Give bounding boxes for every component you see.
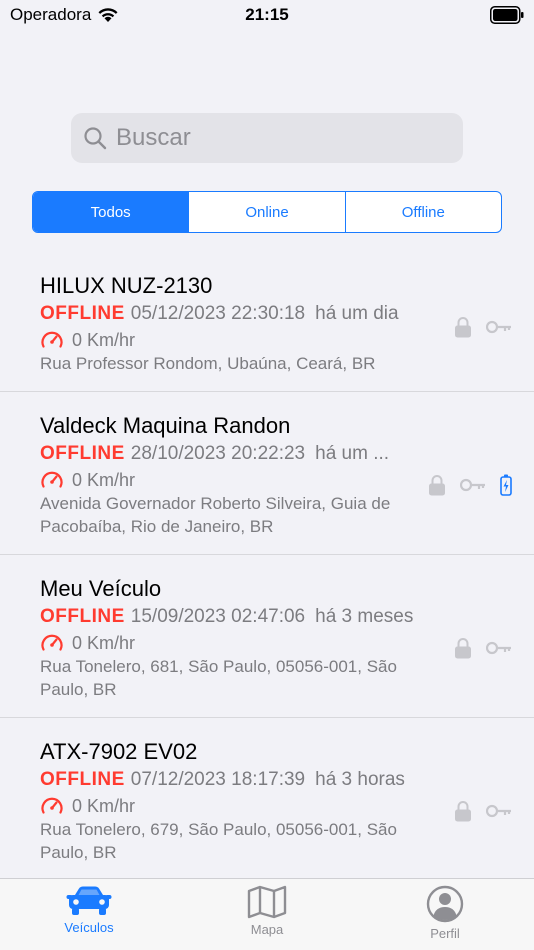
clock: 21:15: [245, 5, 289, 24]
filter-todos[interactable]: Todos: [33, 192, 190, 232]
last-update: 07/12/2023 18:17:39: [130, 769, 306, 790]
search-icon: [84, 127, 107, 150]
tab-mapa[interactable]: Mapa: [178, 879, 356, 950]
vehicle-row[interactable]: HILUX NUZ-2130 OFFLINE 05/12/2023 22:30:1…: [0, 252, 534, 392]
relative-time: há 3 horas: [315, 769, 405, 790]
key-icon: [460, 478, 485, 492]
speed-info: 0 Km/hr: [40, 328, 414, 352]
vehicle-list[interactable]: HILUX NUZ-2130 OFFLINE 05/12/2023 22:30:1…: [0, 252, 534, 878]
status-badge: OFFLINE: [40, 443, 125, 464]
status-badge: OFFLINE: [40, 769, 125, 790]
vehicle-indicators: [428, 474, 512, 496]
filter-online[interactable]: Online: [189, 192, 346, 232]
key-icon: [486, 804, 511, 818]
battery-charging-icon: [500, 474, 512, 496]
tab-label: Veículos: [64, 920, 114, 935]
vehicle-name: HILUX NUZ-2130: [40, 273, 213, 298]
tab-bar: Veículos Mapa Perfil: [0, 878, 534, 950]
car-icon: [66, 886, 112, 915]
vehicle-indicators: [454, 316, 512, 338]
lock-icon: [455, 801, 471, 822]
status-badge: OFFLINE: [40, 303, 125, 324]
last-update: 28/10/2023 20:22:23: [130, 443, 306, 464]
speedometer-icon: [41, 797, 63, 814]
battery-icon: [490, 6, 524, 24]
vehicle-row[interactable]: Valdeck Maquina Randon OFFLINE 28/10/2023…: [0, 392, 534, 555]
relative-time: há um dia: [315, 303, 399, 324]
tab-veiculos[interactable]: Veículos: [0, 879, 178, 950]
speedometer-icon: [41, 471, 63, 488]
lock-icon: [455, 317, 471, 338]
vehicle-status-line: OFFLINE 28/10/2023 20:22:23 há um ...: [40, 440, 414, 468]
vehicle-address: Rua Professor Rondom, Ubaúna, Ceará, BR: [40, 354, 376, 373]
speedometer-icon: [41, 634, 63, 651]
map-icon: [247, 885, 287, 919]
vehicle-row[interactable]: Meu Veículo OFFLINE 15/09/2023 02:47:06 há…: [0, 555, 534, 718]
tab-perfil[interactable]: Perfil: [356, 879, 534, 950]
search-input[interactable]: [116, 124, 436, 152]
profile-icon: [426, 885, 464, 923]
vehicle-indicators: [454, 800, 512, 822]
speed-value: 0 Km/hr: [72, 633, 136, 653]
vehicle-address: Avenida Governador Roberto Silveira, Gui…: [40, 494, 391, 536]
speed-info: 0 Km/hr: [40, 631, 414, 655]
key-icon: [486, 641, 511, 655]
vehicle-indicators: [454, 637, 512, 659]
vehicle-address: Rua Tonelero, 681, São Paulo, 05056-001,…: [40, 657, 397, 699]
lock-icon: [455, 638, 471, 659]
key-icon: [486, 320, 511, 334]
vehicle-status-line: OFFLINE 05/12/2023 22:30:18 há um dia: [40, 300, 414, 328]
filter-offline[interactable]: Offline: [346, 192, 501, 232]
last-update: 05/12/2023 22:30:18: [130, 303, 306, 324]
vehicle-status-line: OFFLINE 07/12/2023 18:17:39 há 3 horas: [40, 766, 414, 794]
lock-icon: [429, 475, 445, 496]
vehicle-name: Valdeck Maquina Randon: [40, 413, 291, 438]
vehicle-address: Rua Tonelero, 679, São Paulo, 05056-001,…: [40, 820, 397, 862]
relative-time: há 3 meses: [315, 606, 414, 627]
status-badge: OFFLINE: [40, 606, 125, 627]
status-bar: Operadora 21:15: [0, 0, 534, 34]
vehicle-row[interactable]: ATX-7902 EV02 OFFLINE 07/12/2023 18:17:39…: [0, 718, 534, 878]
speed-value: 0 Km/hr: [72, 330, 136, 350]
search-bar[interactable]: [71, 113, 463, 163]
speedometer-icon: [41, 331, 63, 348]
tab-label: Mapa: [250, 922, 284, 937]
speed-info: 0 Km/hr: [40, 468, 414, 492]
relative-time: há um ...: [315, 443, 390, 464]
vehicle-name: ATX-7902 EV02: [40, 739, 198, 764]
last-update: 15/09/2023 02:47:06: [130, 606, 306, 627]
speed-info: 0 Km/hr: [40, 794, 414, 818]
vehicle-name: Meu Veículo: [40, 576, 162, 601]
tab-label: Perfil: [430, 926, 460, 941]
speed-value: 0 Km/hr: [72, 470, 136, 490]
vehicle-status-line: OFFLINE 15/09/2023 02:47:06 há 3 meses: [40, 603, 414, 631]
status-filter: Todos Online Offline: [32, 191, 502, 233]
speed-value: 0 Km/hr: [72, 796, 136, 816]
